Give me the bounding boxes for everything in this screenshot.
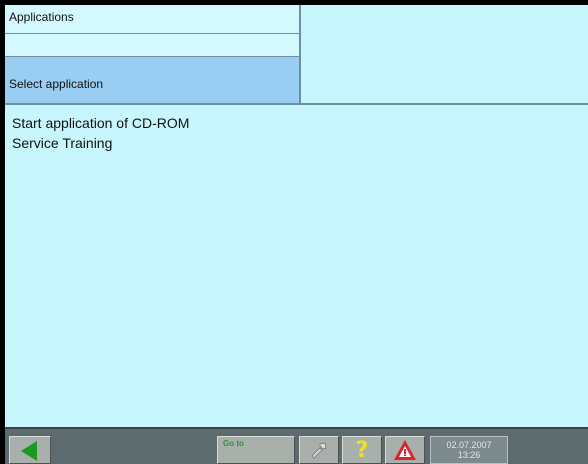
goto-button[interactable]: Go to bbox=[217, 436, 295, 464]
date-time-display: 02.07.2007 13:26 bbox=[430, 436, 508, 464]
title-bar: Applications bbox=[5, 5, 299, 34]
date-text: 02.07.2007 bbox=[446, 440, 492, 450]
page-title: Applications bbox=[9, 10, 74, 24]
back-button[interactable] bbox=[9, 436, 51, 464]
help-button[interactable]: ? bbox=[342, 436, 382, 464]
list-item-start-cd-rom[interactable]: Start application of CD-ROM bbox=[12, 115, 189, 131]
time-text: 13:26 bbox=[457, 450, 481, 460]
application-list: Start application of CD-ROM Service Trai… bbox=[5, 105, 588, 427]
bottom-toolbar: Go to ? 02.07.2007 13:26 bbox=[5, 427, 588, 464]
warning-button[interactable] bbox=[385, 436, 425, 464]
help-icon: ? bbox=[355, 438, 369, 463]
subtitle-bar bbox=[5, 34, 299, 57]
tools-icon bbox=[311, 442, 327, 459]
goto-label: Go to bbox=[223, 439, 244, 448]
back-arrow-icon bbox=[21, 441, 37, 461]
warning-icon bbox=[394, 440, 416, 460]
header-panel: Applications Select application bbox=[5, 5, 299, 103]
select-application-label: Select application bbox=[9, 77, 104, 91]
application-window: Applications Select application Start ap… bbox=[5, 5, 588, 464]
select-application-bar: Select application bbox=[5, 57, 299, 103]
header-info-panel bbox=[301, 5, 588, 103]
tools-button[interactable] bbox=[299, 436, 339, 464]
list-item-service-training[interactable]: Service Training bbox=[12, 135, 112, 151]
